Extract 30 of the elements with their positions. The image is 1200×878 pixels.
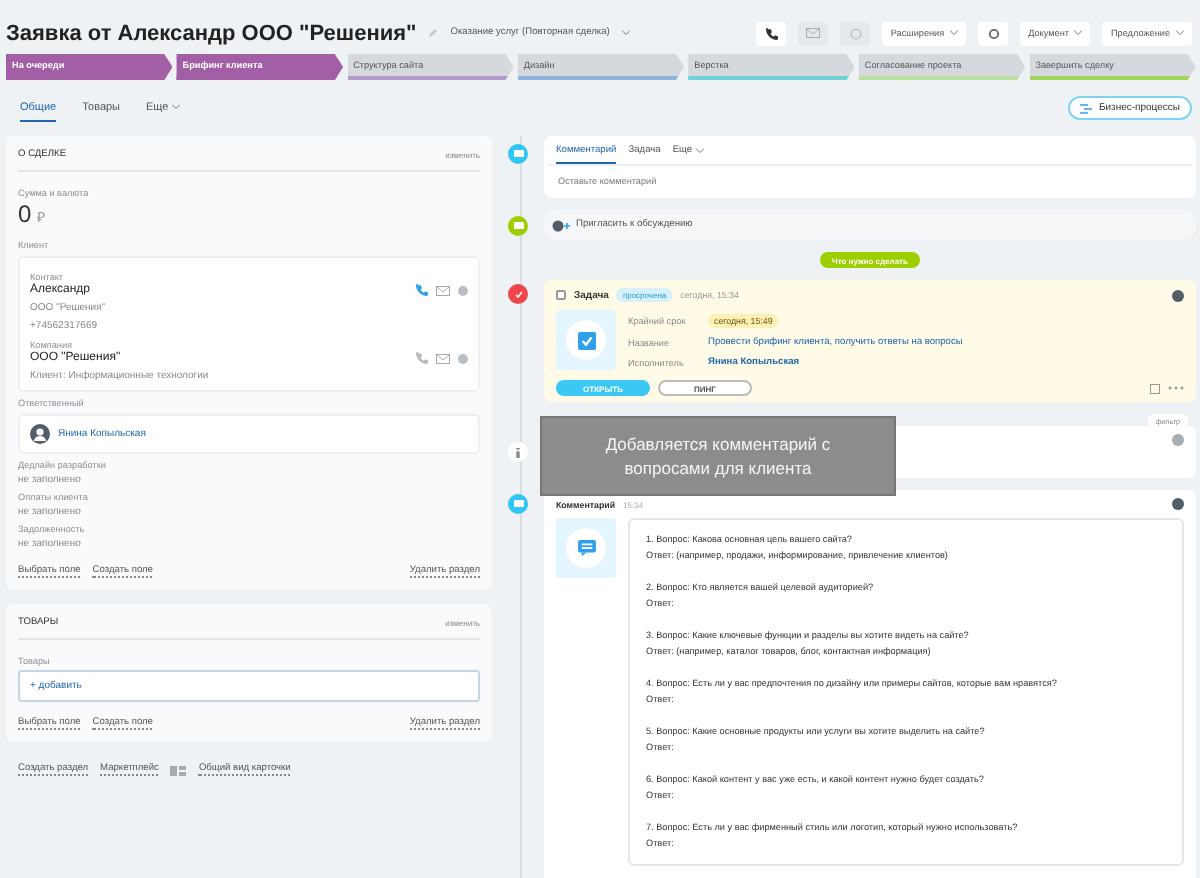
message-icon [577,540,595,556]
note-icon[interactable] [1150,383,1160,393]
mail-icon[interactable] [436,285,450,295]
avatar-icon [30,424,50,444]
mail-icon[interactable] [436,353,450,363]
caret-icon [1074,30,1083,36]
add-user-icon [552,219,570,231]
comment-icon [508,494,528,514]
card-layout-icon[interactable] [170,765,187,775]
checkbox-icon [577,331,595,349]
process-icon [1080,103,1093,113]
pencil-icon[interactable] [428,28,439,38]
chat-button[interactable] [840,21,871,45]
mail-button[interactable] [798,21,829,45]
info-icon [508,442,528,462]
task-checkbox[interactable] [556,290,566,300]
deal-amount: 0 [18,200,32,228]
annotation-box: Добавляется комментарий с вопросами для клиента [540,416,896,496]
settings-button[interactable] [978,21,1009,45]
envelope-icon[interactable] [806,28,821,38]
comment-icon [508,144,528,164]
caret-icon [696,148,705,154]
caret-icon [950,30,959,36]
caret-icon [172,104,181,110]
phone-button[interactable] [756,21,787,45]
phone-icon[interactable] [765,27,778,39]
caret-icon [1176,30,1184,36]
deal-title: Заявка от Александр ООО "Решения" [6,21,417,45]
task-icon [508,284,528,304]
caret-icon [621,30,630,36]
